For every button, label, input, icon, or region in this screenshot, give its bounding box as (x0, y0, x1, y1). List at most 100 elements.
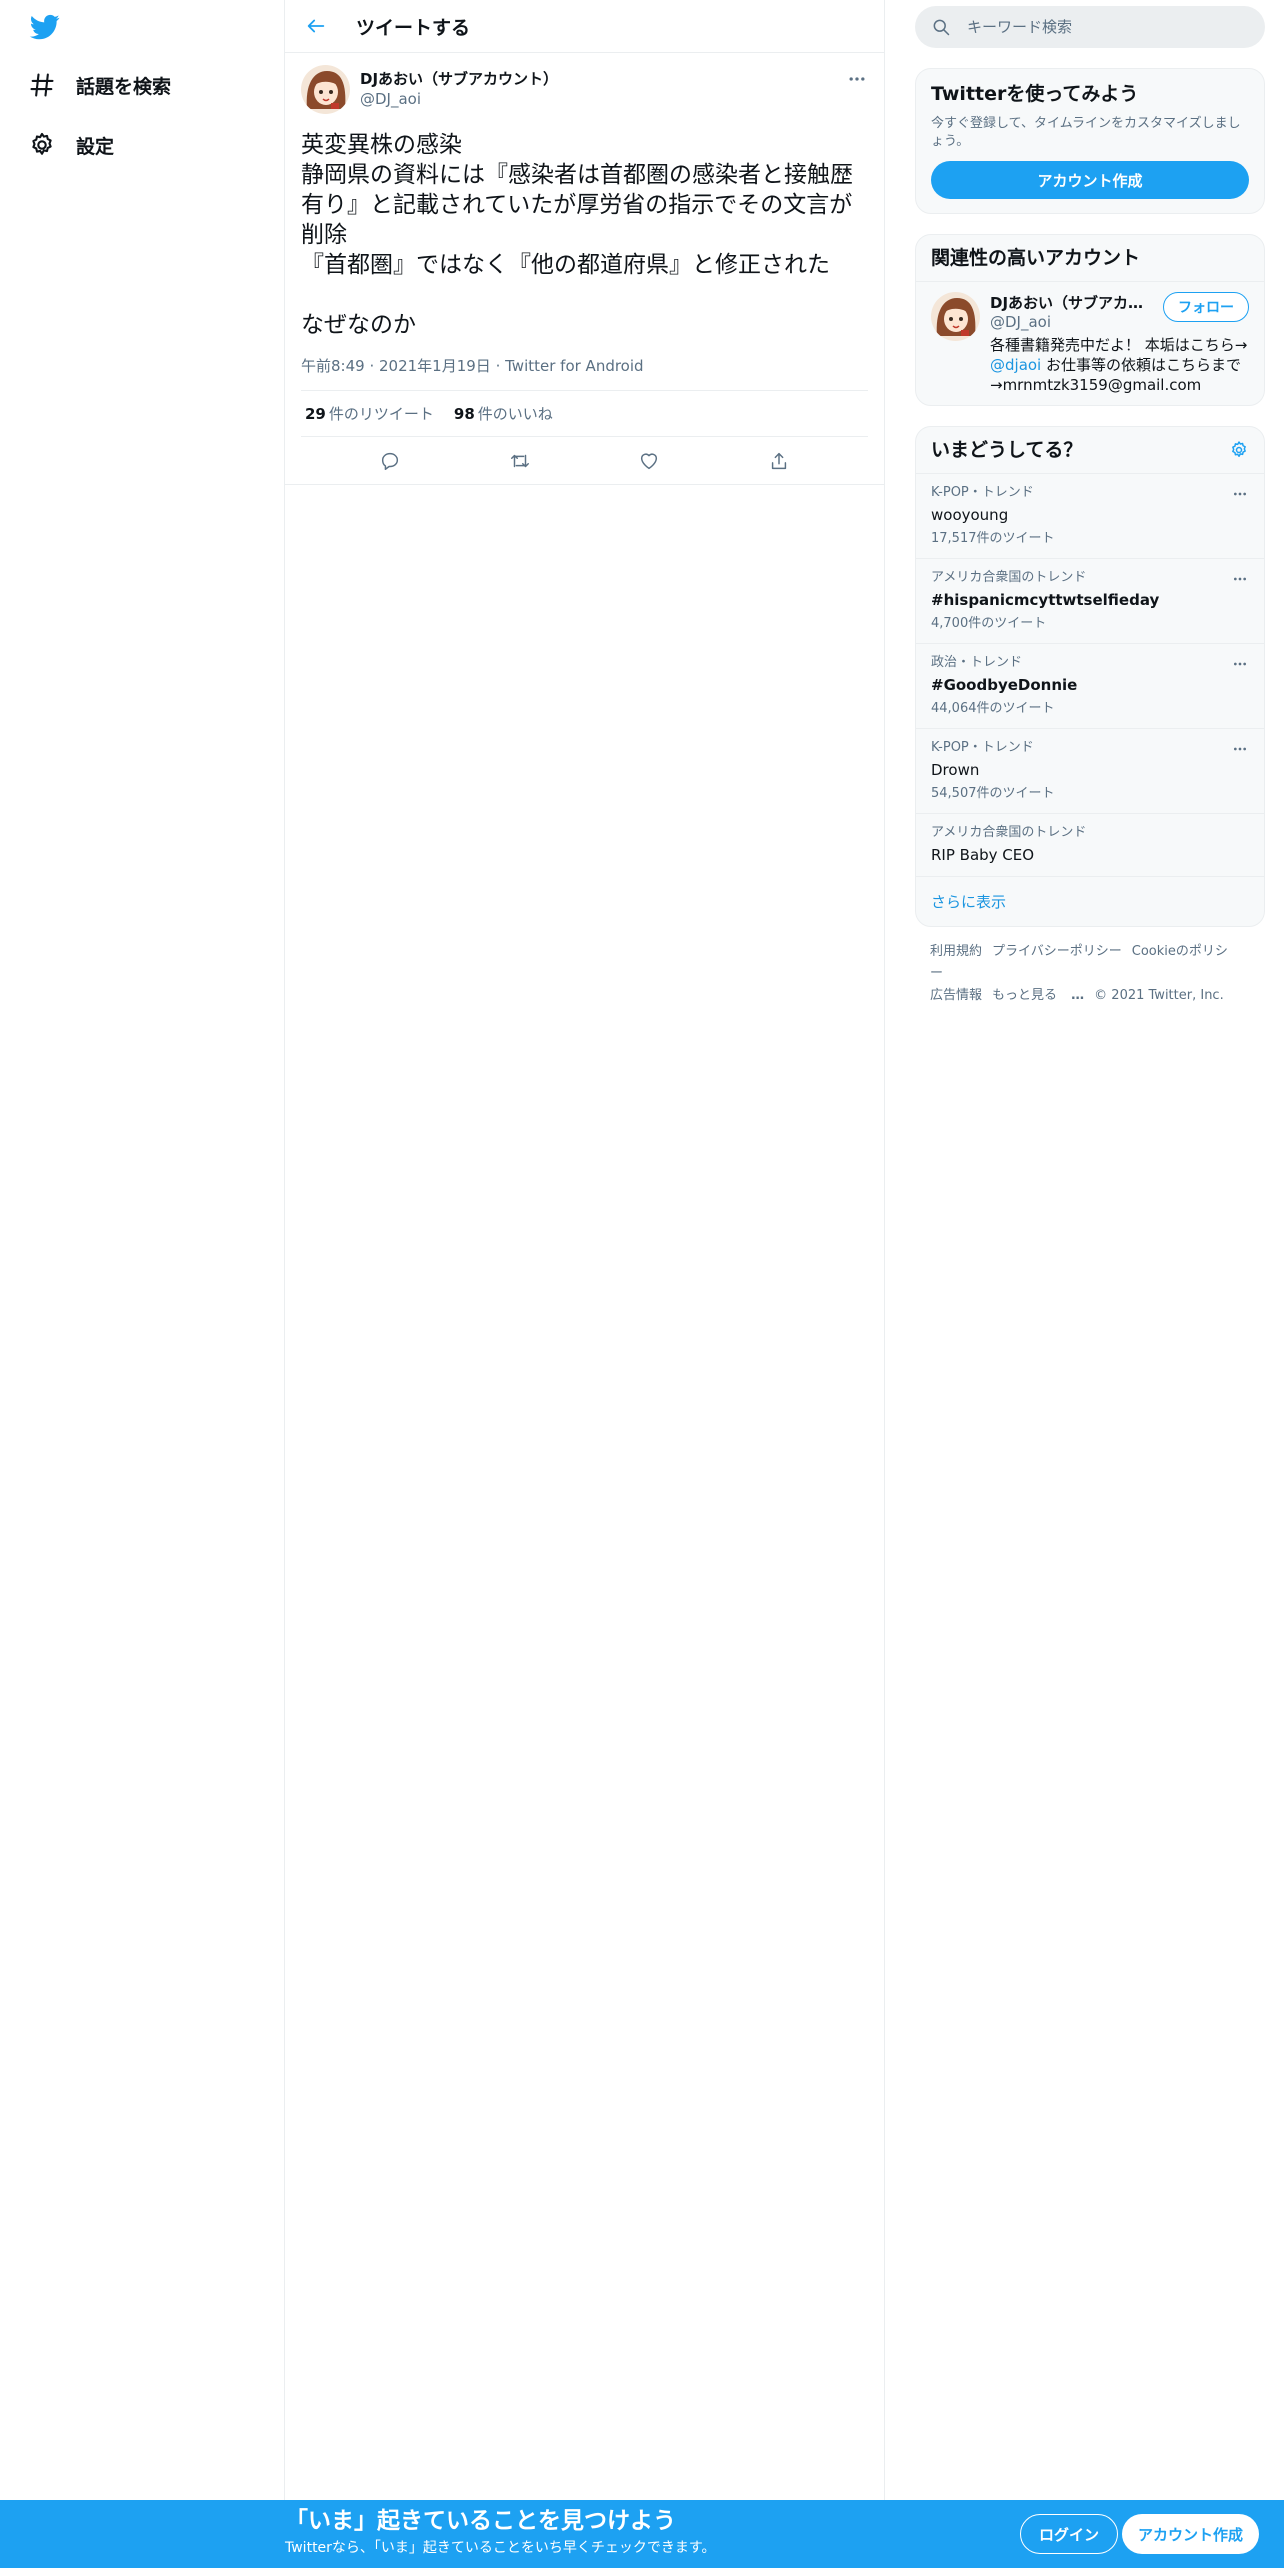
related-bio-text-1: 各種書籍発売中だよ！ 本垢はこちら→ (990, 336, 1248, 354)
retweet-button[interactable] (503, 444, 537, 478)
related-bio-link[interactable]: @djaoi (990, 356, 1041, 374)
trend-name: RIP Baby CEO (931, 846, 1035, 864)
nav-settings[interactable]: 設定 (28, 125, 114, 165)
gear-icon (32, 132, 52, 155)
follow-button[interactable]: フォロー (1163, 292, 1249, 322)
left-sidebar: 話題を検索 設定 (0, 0, 285, 2500)
footer-more-link[interactable]: もっと見る … (992, 988, 1084, 1003)
tweet-more-button[interactable] (846, 69, 868, 89)
more-horizontal-icon (1234, 492, 1246, 496)
tweet-handle[interactable]: @DJ_aoi (360, 89, 558, 109)
related-display-name[interactable]: DJあおい（サブアカウント） (990, 292, 1150, 313)
avatar[interactable] (301, 65, 350, 114)
related-avatar[interactable] (931, 292, 980, 341)
search-icon (933, 19, 950, 36)
trend-item[interactable]: 政治・トレンド #GoodbyeDonnie 44,064件のツイート (916, 644, 1264, 729)
tweet-text: 英変異株の感染 静岡県の資料には『感染者は首都圏の感染者と接触歴有り』と記載され… (301, 132, 853, 338)
gear-icon[interactable] (1229, 440, 1249, 460)
more-horizontal-icon (849, 77, 865, 81)
related-bio: 各種書籍発売中だよ！ 本垢はこちら→ @djaoi お仕事等の依頼はこちらまで→… (990, 335, 1249, 395)
trend-more-button[interactable] (1230, 571, 1250, 587)
bottom-signup-bar: 「いま」起きていることを見つけよう Twitterなら、「いま」起きていることを… (0, 2500, 1284, 2568)
like-count: 98 (453, 405, 475, 423)
page-title: ツイートする (356, 16, 471, 39)
twitter-logo-icon[interactable] (28, 12, 62, 42)
trend-count: 4,700件のツイート (931, 616, 1047, 631)
footer-copyright: © 2021 Twitter, Inc. (1094, 988, 1224, 1003)
reply-button[interactable] (373, 444, 407, 478)
share-icon (771, 452, 787, 469)
tweet-display-name[interactable]: DJあおい（サブアカウント） (360, 69, 558, 89)
trend-context: K-POP・トレンド (931, 485, 1034, 500)
trend-count: 44,064件のツイート (931, 701, 1055, 716)
show-more-link[interactable]: さらに表示 (916, 877, 1264, 926)
nav-explore[interactable]: 話題を検索 (28, 65, 171, 105)
like-button[interactable] (632, 444, 666, 478)
hashtag-icon (30, 73, 54, 97)
trend-more-button[interactable] (1230, 486, 1250, 502)
trend-count: 54,507件のツイート (931, 786, 1055, 801)
trend-name: #hispanicmcyttwtselfieday (931, 591, 1160, 609)
related-handle[interactable]: @DJ_aoi (990, 313, 1150, 331)
related-accounts-card: 関連性の高いアカウント DJあおい（サブアカウント） (915, 234, 1265, 406)
like-label: 件のいいね (477, 405, 553, 423)
trend-name: wooyoung (931, 506, 1009, 524)
retweet-stat[interactable]: 29 件のリツイート (305, 403, 434, 424)
more-horizontal-icon (1234, 747, 1246, 751)
trend-name: Drown (931, 761, 980, 779)
search-input[interactable] (967, 18, 1227, 36)
trend-item[interactable]: アメリカ合衆国のトレンド RIP Baby CEO (916, 814, 1264, 877)
trend-context: 政治・トレンド (931, 655, 1023, 670)
trend-more-button[interactable] (1230, 656, 1250, 672)
tweet-stats: 29 件のリツイート 98 件のいいね (301, 391, 868, 437)
footer-privacy-link[interactable]: プライバシーポリシー (992, 944, 1122, 959)
related-accounts-title: 関連性の高いアカウント (916, 235, 1264, 282)
trend-more-button[interactable] (1230, 741, 1250, 757)
retweet-icon (510, 454, 529, 467)
footer-terms-link[interactable]: 利用規約 (930, 944, 982, 959)
footer-links: 利用規約 プライバシーポリシー Cookieのポリシー 広告情報 もっと見る … © 2… (915, 927, 1265, 1021)
signup-button[interactable]: アカウント作成 (1122, 2514, 1260, 2554)
footer-more-label: もっと見る (992, 988, 1058, 1003)
like-stat[interactable]: 98 件のいいね (454, 403, 553, 424)
arrow-left-icon (307, 19, 325, 33)
main-column: ツイートする DJあおい（サブアカウント） @DJ_aoi 英変異株の感染 静岡… (285, 0, 885, 2500)
trend-context: K-POP・トレンド (931, 740, 1034, 755)
share-button[interactable] (762, 444, 796, 478)
trend-context: アメリカ合衆国のトレンド (931, 570, 1087, 585)
tweet-time[interactable]: 午前8:49 (301, 357, 365, 375)
tweet-detail: DJあおい（サブアカウント） @DJ_aoi 英変異株の感染 静岡県の資料には『… (285, 53, 884, 485)
signup-card-title: Twitterを使ってみよう (931, 83, 1139, 105)
trends-title: いまどうしてる？ (931, 439, 1083, 461)
tweet-actions (285, 437, 884, 485)
tweet-date[interactable]: 2021年1月19日 (379, 357, 491, 375)
create-account-button[interactable]: アカウント作成 (931, 161, 1249, 199)
trend-name: #GoodbyeDonnie (931, 676, 1078, 694)
footer-ads-link[interactable]: 広告情報 (930, 988, 982, 1003)
search-box[interactable] (915, 6, 1265, 48)
reply-icon (381, 452, 398, 470)
signup-card: Twitterを使ってみよう 今すぐ登録して、タイムラインをカスタマイズしましょ… (915, 68, 1265, 214)
trends-card: いまどうしてる？ K-POP・トレンド wooyoung 17,517件のツイー… (915, 426, 1265, 927)
trend-item[interactable]: K-POP・トレンド wooyoung 17,517件のツイート (916, 474, 1264, 559)
nav-settings-label: 設定 (76, 135, 115, 158)
login-button[interactable]: ログイン (1020, 2514, 1119, 2554)
bottom-bar-title: 「いま」起きていることを見つけよう (285, 2508, 676, 2534)
trend-item[interactable]: アメリカ合衆国のトレンド #hispanicmcyttwtselfieday 4… (916, 559, 1264, 644)
more-horizontal-icon (1234, 577, 1246, 581)
trend-count: 17,517件のツイート (931, 531, 1055, 546)
tweet-metadata: 午前8:49 · 2021年1月19日 · Twitter for Androi… (301, 356, 868, 391)
right-sidebar: Twitterを使ってみよう 今すぐ登録して、タイムラインをカスタマイズしましょ… (915, 0, 1265, 1021)
back-button[interactable] (298, 8, 334, 44)
page-header: ツイートする (285, 0, 884, 53)
heart-icon (641, 452, 658, 469)
retweet-count: 29 (305, 405, 326, 423)
related-user[interactable]: DJあおい（サブアカウント） @DJ_aoi フォロー 各種書籍発売中だよ！ 本… (916, 282, 1264, 405)
signup-card-subtitle: 今すぐ登録して、タイムラインをカスタマイズしましょう。 (931, 116, 1241, 149)
more-horizontal-icon (1234, 662, 1246, 666)
trend-item[interactable]: K-POP・トレンド Drown 54,507件のツイート (916, 729, 1264, 814)
nav-explore-label: 話題を検索 (76, 75, 172, 98)
retweet-label: 件のリツイート (328, 405, 434, 423)
tweet-source[interactable]: Twitter for Android (505, 357, 643, 375)
bottom-bar-subtitle: Twitterなら、「いま」起きていることをいち早くチェックできます。 (285, 2540, 716, 2556)
